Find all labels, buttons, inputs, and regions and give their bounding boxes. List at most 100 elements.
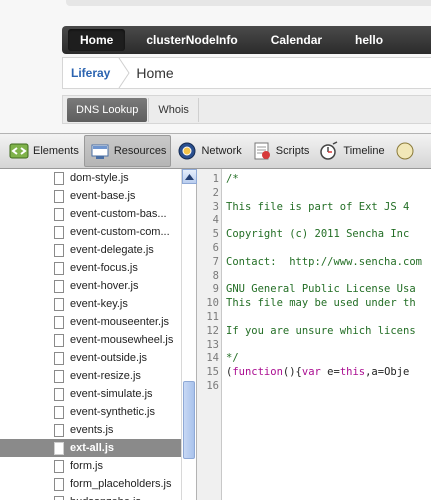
nav-item-home[interactable]: Home xyxy=(68,29,126,51)
elements-icon xyxy=(8,140,30,162)
scroll-up-icon[interactable] xyxy=(182,169,197,184)
portlet-tabs: DNS Lookup Whois xyxy=(62,95,431,124)
file-item[interactable]: event-mouseenter.js xyxy=(0,313,181,331)
file-item[interactable]: event-simulate.js xyxy=(0,385,181,403)
file-name: event-synthetic.js xyxy=(70,406,155,418)
nav-item-hello[interactable]: hello xyxy=(343,29,395,51)
file-icon xyxy=(54,387,64,401)
tab-elements[interactable]: Elements xyxy=(4,135,83,167)
file-item[interactable]: form_placeholders.js xyxy=(0,475,181,493)
file-item[interactable]: event-synthetic.js xyxy=(0,403,181,421)
developer-tools-panel: Elements Resources Network Scripts Timel… xyxy=(0,133,431,500)
scroll-thumb[interactable] xyxy=(183,381,195,459)
code-keyword: this xyxy=(339,366,366,379)
source-editor[interactable]: 1 /* 2 3 This file is part of Ext JS 4 4 5 Copy… xyxy=(197,169,431,500)
code-line: 12 If you are unsure which licens xyxy=(197,325,431,338)
tab-resources-label: Resources xyxy=(113,145,167,157)
file-icon xyxy=(54,225,64,239)
code-line: 16 xyxy=(197,380,431,393)
breadcrumb-separator-icon xyxy=(118,58,130,88)
file-name: event-base.js xyxy=(70,190,136,202)
file-item[interactable]: event-base.js xyxy=(0,187,181,205)
file-icon xyxy=(54,243,64,257)
file-icon xyxy=(54,315,64,329)
line-number: 5 xyxy=(212,228,219,241)
line-number: 6 xyxy=(212,242,219,254)
tab-resources[interactable]: Resources xyxy=(83,135,172,167)
file-item[interactable]: event-outside.js xyxy=(0,349,181,367)
tab-network[interactable]: Network xyxy=(172,135,245,167)
tab-timeline[interactable]: Timeline xyxy=(314,135,388,167)
file-icon xyxy=(54,441,64,455)
tab-scripts[interactable]: Scripts xyxy=(247,135,314,167)
code-text: Copyright (c) 2011 Sencha Inc xyxy=(226,228,410,241)
file-name: form.js xyxy=(70,460,103,472)
file-name: event-outside.js xyxy=(70,352,148,364)
line-number: 13 xyxy=(206,338,219,351)
file-item[interactable]: hudsonzehe.js xyxy=(0,493,181,500)
file-item[interactable]: event-custom-com... xyxy=(0,223,181,241)
nav-item-clusternodeinfo[interactable]: clusterNodeInfo xyxy=(134,29,249,51)
line-number: 14 xyxy=(206,352,219,365)
code-line: 11 xyxy=(197,311,431,324)
file-item[interactable]: form.js xyxy=(0,457,181,475)
file-item[interactable]: events.js xyxy=(0,421,181,439)
file-icon xyxy=(54,351,64,365)
tab-dns-lookup[interactable]: DNS Lookup xyxy=(67,97,148,122)
header-strip xyxy=(66,0,431,6)
file-item[interactable]: event-delegate.js xyxy=(0,241,181,259)
line-number: 2 xyxy=(212,186,219,199)
file-item[interactable]: ext-all.js xyxy=(0,439,181,457)
file-item[interactable]: event-hover.js xyxy=(0,277,181,295)
code-text: Contact: http://www.sencha.com xyxy=(226,255,422,268)
file-item[interactable]: event-custom-bas... xyxy=(0,205,181,223)
file-icon xyxy=(54,171,64,185)
nav-item-calendar[interactable]: Calendar xyxy=(259,29,334,51)
resources-icon xyxy=(89,140,111,162)
file-icon xyxy=(54,297,64,311)
file-name: hudsonzehe.js xyxy=(70,496,141,500)
code-line: 1 /* xyxy=(197,173,431,186)
file-name: event-delegate.js xyxy=(70,244,154,256)
tab-more[interactable] xyxy=(390,135,423,167)
line-number: 8 xyxy=(212,269,219,282)
code-keyword: var xyxy=(301,366,321,379)
code-line: 13 xyxy=(197,339,431,352)
sidebar-scrollbar[interactable] xyxy=(181,169,197,500)
tab-whois[interactable]: Whois xyxy=(148,97,199,122)
line-number: 9 xyxy=(212,283,219,296)
code-text: This file is part of Ext JS 4 xyxy=(226,200,410,213)
line-number: 3 xyxy=(212,200,219,213)
file-item[interactable]: event-focus.js xyxy=(0,259,181,277)
line-number: 12 xyxy=(206,324,219,337)
code-keyword: function xyxy=(232,366,283,379)
file-icon xyxy=(54,405,64,419)
file-icon xyxy=(54,207,64,221)
line-number: 10 xyxy=(206,297,219,310)
code-line: 9 GNU General Public License Usa xyxy=(197,283,431,296)
file-name: dom-style.js xyxy=(70,172,129,184)
code-line: 15 (function(){var e=this,a=Obje xyxy=(197,366,431,379)
file-item[interactable]: event-mousewheel.js xyxy=(0,331,181,349)
file-name: event-key.js xyxy=(70,298,128,310)
file-item[interactable]: event-key.js xyxy=(0,295,181,313)
web-page-area: Home clusterNodeInfo Calendar hello Life… xyxy=(0,0,431,133)
file-item[interactable]: event-resize.js xyxy=(0,367,181,385)
code-line: 10 This file may be used under th xyxy=(197,297,431,310)
breadcrumb-site-link[interactable]: Liferay xyxy=(63,66,118,80)
code-line: 5 Copyright (c) 2011 Sencha Inc xyxy=(197,228,431,241)
network-icon xyxy=(176,140,198,162)
code-line: 8 xyxy=(197,270,431,283)
line-number: 4 xyxy=(212,214,219,227)
line-number: 7 xyxy=(212,255,219,268)
main-navigation: Home clusterNodeInfo Calendar hello xyxy=(62,26,431,54)
file-name: events.js xyxy=(70,424,114,436)
line-number: 16 xyxy=(206,380,219,392)
file-item[interactable]: dom-style.js xyxy=(0,169,181,187)
file-icon xyxy=(54,189,64,203)
scripts-icon xyxy=(251,140,273,162)
code-token: (){ xyxy=(282,366,302,379)
code-token: ,a=Obje xyxy=(365,366,410,379)
timeline-icon xyxy=(318,140,340,162)
tab-timeline-label: Timeline xyxy=(343,145,385,157)
